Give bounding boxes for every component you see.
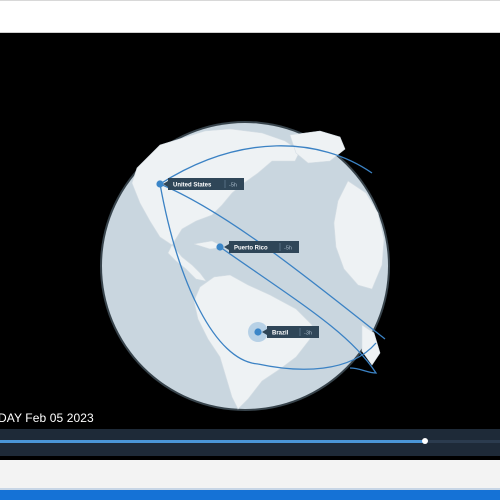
- marker-dot: [254, 328, 262, 336]
- top-toolbar: [0, 0, 500, 33]
- marker-dot: [156, 180, 164, 188]
- globe-map[interactable]: United States -5h Puerto Rico -5h Brazil -3h: [0, 33, 500, 460]
- timeline-date: DAY Feb 05 2023: [0, 411, 94, 425]
- location-name: Brazil: [272, 331, 289, 337]
- marker-dot: [216, 243, 224, 251]
- timeline-progress: [0, 440, 425, 443]
- location-name: Puerto Rico: [234, 246, 268, 252]
- bottom-panel: [0, 460, 500, 490]
- bottom-accent-bar: [0, 490, 500, 500]
- location-marker[interactable]: United States -5h: [156, 178, 244, 190]
- location-offset: -5h: [284, 246, 292, 252]
- timeline-handle[interactable]: [422, 438, 428, 444]
- timeline-scrubber[interactable]: [0, 429, 500, 456]
- location-name: United States: [173, 183, 212, 189]
- globe-viewer[interactable]: United States -5h Puerto Rico -5h Brazil -3h …: [0, 33, 500, 460]
- location-offset: -5h: [229, 183, 237, 189]
- location-offset: -3h: [304, 331, 312, 337]
